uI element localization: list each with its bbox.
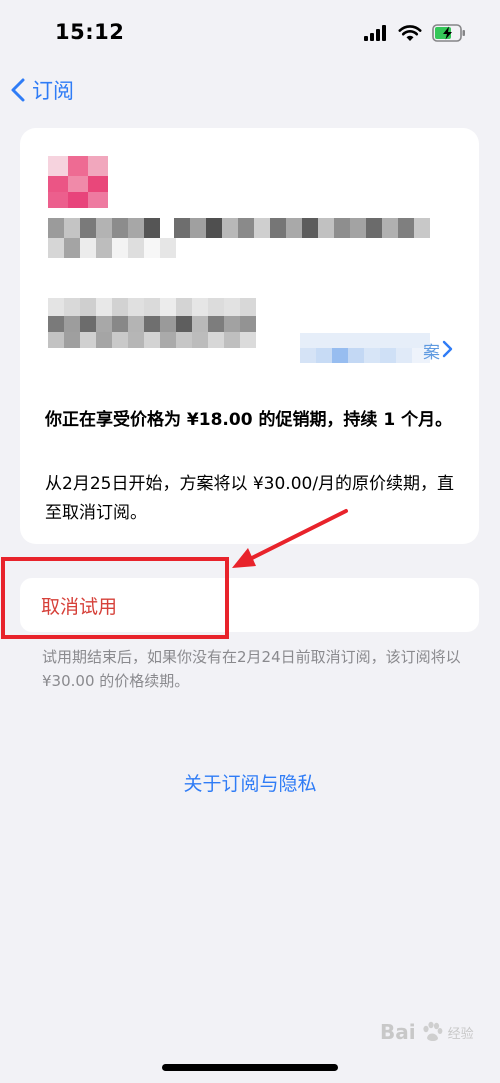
watermark-subtext: 经验 xyxy=(447,1026,474,1042)
status-icons xyxy=(364,24,466,42)
back-button-label: 订阅 xyxy=(32,79,74,103)
plan-link-blurred[interactable] xyxy=(300,333,430,363)
back-button[interactable]: 订阅 xyxy=(10,74,74,106)
watermark-text: Bai xyxy=(380,1020,416,1044)
blurred-link-pixels xyxy=(300,333,430,363)
cancel-trial-label: 取消试用 xyxy=(41,596,118,618)
signal-icon xyxy=(364,25,386,41)
paw-icon xyxy=(423,1021,443,1041)
promo-period-text: 你正在享受价格为 ¥18.00 的促销期，持续 1 个月。 xyxy=(45,410,453,430)
subscription-privacy-link[interactable]: 关于订阅与隐私 xyxy=(0,769,500,796)
cancel-trial-button[interactable]: 取消试用 xyxy=(20,578,479,632)
plan-link-fragment: 案 xyxy=(423,343,440,363)
chevron-left-icon xyxy=(11,78,25,102)
battery-charging-icon xyxy=(432,24,465,42)
app-title-blurred xyxy=(48,218,438,258)
chevron-right-icon xyxy=(442,340,453,358)
subscription-detail-screen: 15:12 订阅 案 你正在享受价格为 ¥18.00 的促销期，持续 1 个月。… xyxy=(0,0,500,1083)
app-icon-blurred xyxy=(48,156,108,208)
subscription-card: 案 你正在享受价格为 ¥18.00 的促销期，持续 1 个月。 从2月25日开始… xyxy=(20,128,479,544)
wifi-icon xyxy=(398,25,422,41)
watermark: Bai 经验 xyxy=(380,1020,474,1044)
renewal-text: 从2月25日开始，方案将以 ¥30.00/月的原价续期，直至取消订阅。 xyxy=(45,474,455,523)
trial-footnote: 试用期结束后，如果你没有在2月24日前取消订阅，该订阅将以 ¥30.00 的价格… xyxy=(42,648,461,690)
status-time: 15:12 xyxy=(55,20,125,44)
home-indicator xyxy=(162,1064,338,1071)
app-subtitle-blurred xyxy=(48,298,256,364)
status-bar: 15:12 xyxy=(0,0,500,66)
